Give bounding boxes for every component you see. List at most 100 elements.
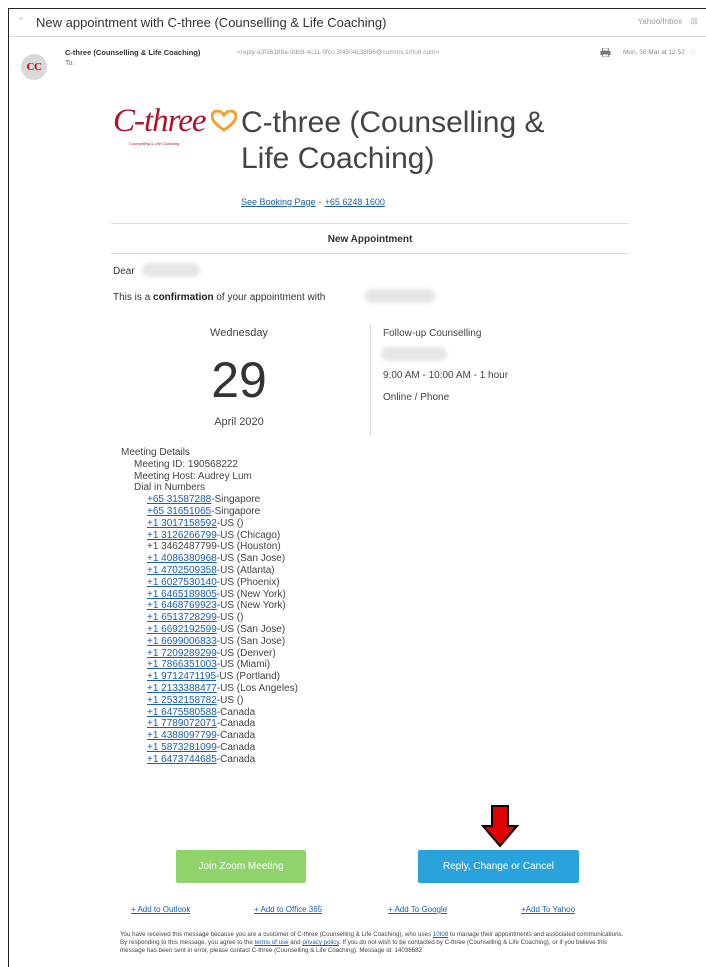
- dial-in-location: -US (New York): [216, 588, 286, 600]
- sender-name[interactable]: C-three (Counselling & Life Coaching): [65, 48, 200, 57]
- dial-in-number[interactable]: +65 31587288: [147, 494, 211, 505]
- dial-in-number[interactable]: +1 5873281099: [147, 742, 217, 753]
- dial-in-heading: Dial in Numbers: [134, 482, 206, 494]
- dial-in-number[interactable]: +1 6692192599: [147, 624, 217, 635]
- add-to-yahoo-link[interactable]: +Add To Yahoo: [521, 905, 575, 914]
- dial-in-location: -US (): [216, 694, 244, 706]
- dial-in-location: -US (Portland): [216, 671, 280, 683]
- dial-in-number[interactable]: +1 3017158592: [147, 518, 217, 529]
- dial-in-row: +1 3462487799-US (Houston): [121, 541, 298, 553]
- dial-in-location: -US (San Jose): [216, 623, 286, 635]
- dial-in-number[interactable]: +1 4086380968: [147, 553, 217, 564]
- dial-in-number[interactable]: +1 6465189805: [147, 589, 217, 600]
- red-arrow-icon: [480, 805, 520, 848]
- meeting-host: Meeting Host: Audrey Lum: [134, 470, 252, 482]
- dial-in-row: +65 31651065-Singapore: [121, 506, 298, 518]
- terms-link[interactable]: terms of use: [255, 939, 289, 946]
- confirmation-line: This is a confirmation of your appointme…: [113, 292, 325, 303]
- dial-in-location: -US (): [216, 517, 244, 529]
- dial-in-number[interactable]: +1 6475580588: [147, 707, 217, 718]
- dial-in-row: +1 2532158782-US (): [121, 695, 298, 707]
- dial-in-number[interactable]: +1 3126266799: [147, 530, 217, 541]
- dial-in-row: +1 3017158592-US (): [121, 518, 298, 530]
- folder-label[interactable]: Yahoo/Inbox: [638, 17, 682, 26]
- add-to-outlook-link[interactable]: + Add to Outlook: [131, 905, 190, 914]
- 10to8-link[interactable]: 10to8: [433, 931, 448, 938]
- dial-in-location: -US (San Jose): [216, 635, 286, 647]
- dial-in-row: +1 6513728299-US (): [121, 612, 298, 624]
- footer-text: You have received this message because y…: [120, 931, 432, 938]
- dial-in-row: +1 7209289299-US (Denver): [121, 648, 298, 660]
- dial-in-list: +65 31587288-Singapore +65 31651065-Singa…: [121, 494, 298, 765]
- dial-in-location: -Canada: [216, 718, 256, 730]
- divider: [111, 253, 629, 254]
- logo-wordmark: C-three: [113, 103, 207, 139]
- footer-text: and: [290, 939, 301, 946]
- meeting-details: Meeting Details Meeting ID: 190568222 Me…: [121, 447, 298, 766]
- join-zoom-button[interactable]: Join Zoom Meeting: [176, 850, 306, 883]
- redacted-staff: [381, 347, 447, 361]
- avatar: CC: [21, 54, 47, 80]
- appointment-mode: Online / Phone: [383, 392, 450, 403]
- dial-in-location: -US (New York): [216, 600, 286, 612]
- footer-notice: You have received this message because y…: [120, 931, 625, 955]
- dial-in-number[interactable]: +1 7209289299: [147, 648, 217, 659]
- privacy-link[interactable]: privacy policy: [302, 939, 339, 946]
- booking-page-link[interactable]: See Booking Page: [241, 197, 316, 207]
- appointment-day: 29: [211, 352, 267, 408]
- dial-in-row: +1 4086380968-US (San Jose): [121, 553, 298, 565]
- dial-in-location: -US (Phoenix): [216, 576, 280, 588]
- dial-in-row: +1 6473744685-Canada: [121, 754, 298, 766]
- close-icon[interactable]: ⊠: [690, 16, 698, 27]
- dial-in-row: +1 4388097799-Canada: [121, 730, 298, 742]
- dial-in-row: +1 6027530140-US (Phoenix): [121, 577, 298, 589]
- confirm-suffix: of your appointment with: [216, 292, 326, 303]
- dial-in-number: +1 3462487799: [147, 541, 217, 553]
- dial-in-row: +65 31587288-Singapore: [121, 494, 298, 506]
- dial-in-location: -Singapore: [211, 505, 261, 517]
- appointment-weekday: Wednesday: [210, 327, 268, 339]
- dial-in-number[interactable]: +1 6027530140: [147, 577, 217, 588]
- dial-in-location: -US (Atlanta): [216, 564, 275, 576]
- dial-in-number[interactable]: +1 6468769923: [147, 600, 217, 611]
- dial-in-number[interactable]: +1 2532158782: [147, 695, 217, 706]
- dial-in-number[interactable]: +65 31651065: [147, 506, 211, 517]
- collapse-dot-icon[interactable]: ◦: [19, 13, 23, 25]
- add-to-office365-link[interactable]: + Add to Office 365: [254, 905, 322, 914]
- dial-in-location: -US (Miami): [216, 659, 271, 671]
- confirm-bold: confirmation: [153, 292, 214, 303]
- dial-in-number[interactable]: +1 7866351003: [147, 659, 217, 670]
- phone-link[interactable]: +65 6248 1600: [325, 197, 385, 207]
- dial-in-location: -US (Denver): [216, 647, 276, 659]
- dial-in-number[interactable]: +1 6699006833: [147, 636, 217, 647]
- dial-in-row: +1 2133388477-US (Los Angeles): [121, 683, 298, 695]
- dial-in-number[interactable]: +1 6473744685: [147, 754, 217, 765]
- star-icon[interactable]: ☆: [689, 47, 697, 58]
- dial-in-number[interactable]: +1 2133388477: [147, 683, 217, 694]
- header-links: See Booking Page - +65 6248 1600: [241, 197, 385, 207]
- dial-in-row: +1 6468769923-US (New York): [121, 600, 298, 612]
- email-window: ◦ New appointment with C-three (Counsell…: [8, 8, 706, 967]
- appointment-time: 9:00 AM - 10:00 AM - 1 hour: [383, 370, 509, 381]
- dial-in-location: -Canada: [216, 753, 256, 765]
- dial-in-number[interactable]: +1 4388097799: [147, 730, 217, 741]
- dial-in-number[interactable]: +1 9712471195: [147, 671, 216, 682]
- dial-in-location: -US (): [216, 612, 244, 624]
- dial-in-location: -US (Houston): [216, 541, 281, 553]
- company-logo: C-three Counselling & Life Coaching: [113, 103, 243, 147]
- dial-in-row: +1 9712471195-US (Portland): [121, 671, 298, 683]
- to-label: To:: [65, 60, 75, 67]
- reply-change-cancel-button[interactable]: Reply, Change or Cancel: [418, 850, 579, 883]
- dial-in-number[interactable]: +1 4702509358: [147, 565, 217, 576]
- greeting-dear: Dear: [113, 266, 135, 277]
- email-subject: New appointment with C-three (Counsellin…: [36, 15, 387, 30]
- dial-in-location: -US (Los Angeles): [216, 682, 298, 694]
- add-to-google-link[interactable]: + Add To Google: [388, 905, 447, 914]
- link-separator: -: [318, 197, 322, 207]
- dial-in-row: +1 7789072071-Canada: [121, 718, 298, 730]
- dial-in-location: -US (Chicago): [216, 529, 281, 541]
- print-icon[interactable]: [600, 48, 611, 57]
- dial-in-number[interactable]: +1 7789072071: [147, 718, 217, 729]
- dial-in-row: +1 6465189805-US (New York): [121, 589, 298, 601]
- dial-in-number[interactable]: +1 6513728299: [147, 612, 217, 623]
